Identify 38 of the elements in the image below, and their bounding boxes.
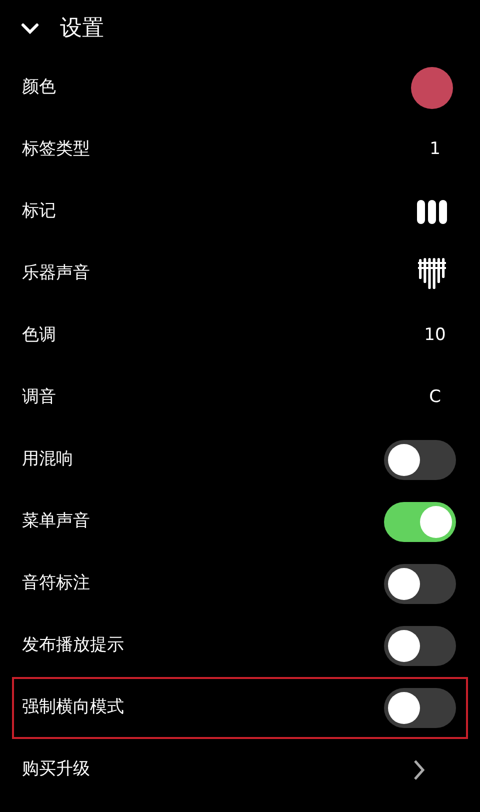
row-label: 色调 xyxy=(22,324,56,348)
row-label: 调音 xyxy=(22,386,56,410)
settings-row[interactable]: 强制横向模式 xyxy=(12,677,468,739)
chevron-down-icon[interactable] xyxy=(20,22,40,36)
toggle-switch[interactable] xyxy=(384,688,456,728)
row-label: 乐器声音 xyxy=(22,262,90,286)
chevron-right-icon xyxy=(412,759,426,781)
row-label: 菜单声音 xyxy=(22,510,90,534)
value-text: 10 xyxy=(423,324,447,348)
section-title: 设置 xyxy=(60,15,104,43)
bars-icon xyxy=(416,199,448,225)
row-label: 购买升级 xyxy=(22,758,90,782)
row-label: 标签类型 xyxy=(22,138,90,162)
row-label: 标记 xyxy=(22,200,56,224)
pan-flute-icon xyxy=(418,257,446,291)
row-label: 发布播放提示 xyxy=(22,634,124,658)
settings-row[interactable]: 标签类型 1 xyxy=(12,119,468,181)
settings-row[interactable]: 色调 10 xyxy=(12,305,468,367)
value-text: C xyxy=(428,386,442,410)
row-label: 用混响 xyxy=(22,448,73,472)
settings-row[interactable]: 用混响 xyxy=(12,429,468,491)
toggle-switch[interactable] xyxy=(384,502,456,542)
settings-row[interactable]: 调音 C xyxy=(12,367,468,429)
settings-row[interactable]: 发布播放提示 xyxy=(12,615,468,677)
settings-row[interactable]: 菜单声音 xyxy=(12,491,468,553)
settings-row[interactable]: 颜色 xyxy=(12,57,468,119)
settings-row[interactable]: 音符标注 xyxy=(12,553,468,615)
toggle-switch[interactable] xyxy=(384,440,456,480)
toggle-switch[interactable] xyxy=(384,626,456,666)
value-text: 1 xyxy=(428,138,442,162)
settings-row[interactable]: 购买升级 xyxy=(12,739,468,801)
color-swatch[interactable] xyxy=(411,67,453,109)
toggle-switch[interactable] xyxy=(384,564,456,604)
row-label: 强制横向模式 xyxy=(22,696,124,720)
row-label: 颜色 xyxy=(22,76,56,100)
settings-row[interactable]: 标记 xyxy=(12,181,468,243)
settings-row[interactable]: 乐器声音 xyxy=(12,243,468,305)
row-label: 音符标注 xyxy=(22,572,90,596)
